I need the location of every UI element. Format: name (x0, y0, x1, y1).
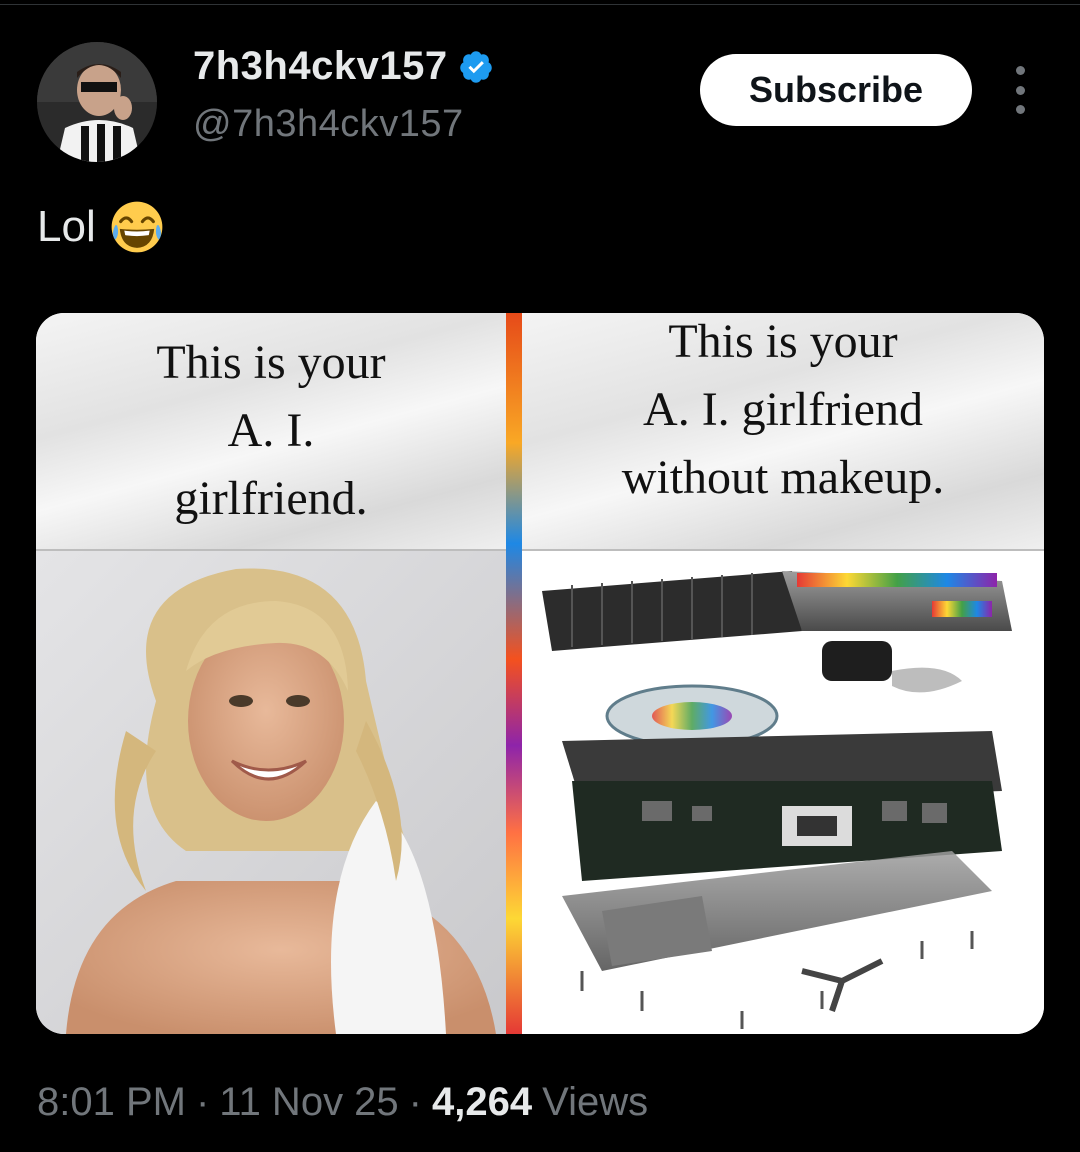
author-display-name[interactable]: 7h3h4ckv157 (193, 44, 448, 89)
tweet-image[interactable]: This is your A. I. girlfriend. This is y… (36, 313, 1044, 1034)
tweet-date[interactable]: 11 Nov 25 (219, 1080, 398, 1125)
author-name-row[interactable]: 7h3h4ckv157 (193, 44, 494, 89)
verified-badge-icon (459, 50, 492, 83)
top-divider (0, 4, 1080, 5)
panel-divider (506, 313, 522, 1034)
meme-right-panel: This is your A. I. girlfriend without ma… (522, 313, 1044, 1034)
gpu-exploded-view (522, 551, 1044, 1034)
right-caption-box: This is your A. I. girlfriend without ma… (522, 313, 1044, 551)
subscribe-button[interactable]: Subscribe (700, 54, 972, 126)
separator-dot: · (408, 1080, 422, 1124)
tweet-text: Lol (37, 198, 166, 256)
tweet-time[interactable]: 8:01 PM (37, 1080, 186, 1125)
tweet-metadata: 8:01 PM · 11 Nov 25 · 4,264 Views (37, 1080, 648, 1125)
right-caption: This is your A. I. girlfriend without ma… (621, 315, 945, 504)
separator-dot: · (195, 1080, 210, 1124)
more-dot (1015, 105, 1025, 114)
left-caption-box: This is your A. I. girlfriend. (36, 313, 506, 551)
more-dot (1015, 66, 1025, 75)
avatar[interactable] (37, 42, 157, 162)
tweet-body: Lol (37, 202, 96, 251)
meme-left-panel: This is your A. I. girlfriend. (36, 313, 506, 1034)
more-dot (1015, 85, 1025, 95)
author-handle[interactable]: @7h3h4ckv157 (193, 103, 464, 146)
left-caption: This is your A. I. girlfriend. (156, 336, 386, 525)
views-count[interactable]: 4,264 (432, 1080, 532, 1125)
more-options-icon[interactable] (1004, 66, 1036, 114)
woman-photo (36, 551, 506, 1034)
laughing-tears-emoji-icon (111, 201, 163, 253)
views-label: Views (542, 1080, 649, 1124)
